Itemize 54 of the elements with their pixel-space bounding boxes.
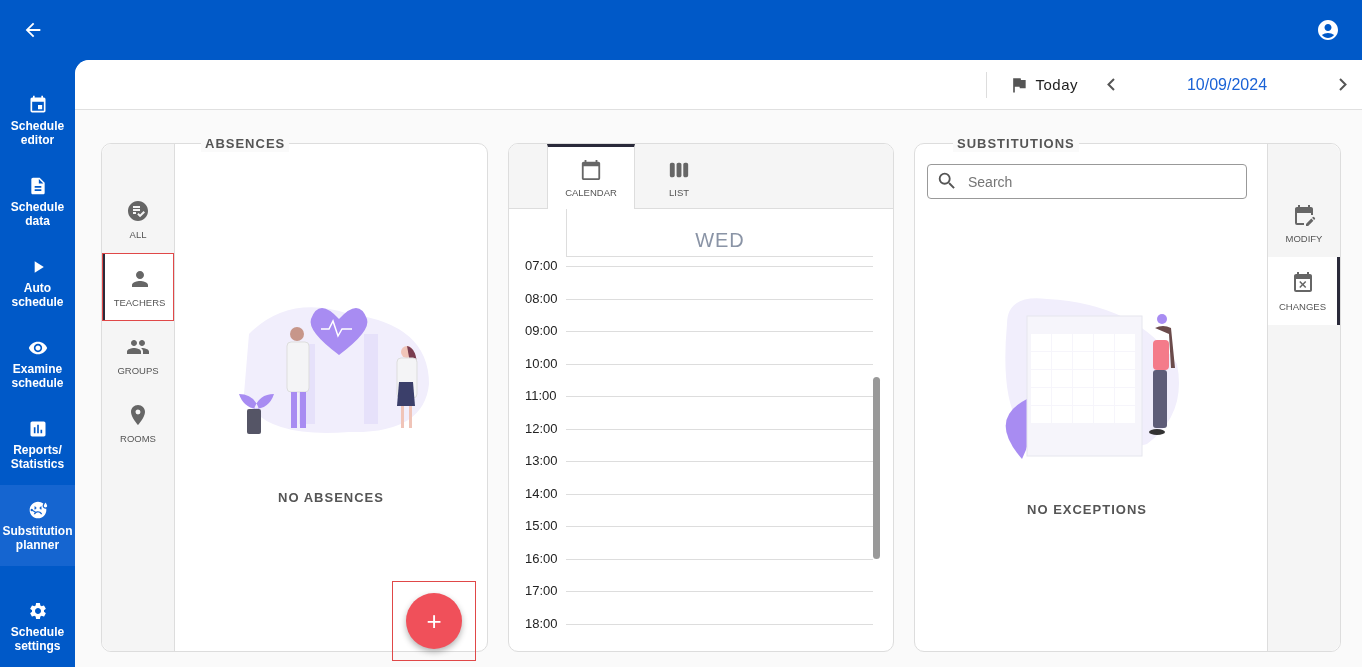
hour-label: 15:00 — [524, 517, 559, 535]
filter-tab[interactable]: GROUPS — [102, 321, 174, 389]
settings-icon — [27, 600, 48, 621]
search-icon — [936, 170, 958, 192]
chevron-left-icon — [1107, 78, 1115, 91]
day-header: WED — [566, 209, 873, 257]
checklist-icon — [126, 198, 150, 223]
empty-message: NO EXCEPTIONS — [1027, 502, 1147, 517]
nav-item[interactable]: Examine schedule — [0, 323, 75, 404]
account-button[interactable] — [1316, 18, 1340, 42]
nav-label: Reports/ Statistics — [9, 442, 66, 471]
filter-tab[interactable]: TEACHERS — [102, 253, 174, 321]
nav-item[interactable]: Reports/ Statistics — [0, 404, 75, 485]
account-icon — [1316, 18, 1340, 42]
nav-item[interactable]: Schedule data — [0, 161, 75, 242]
nav-item[interactable]: Auto schedule — [0, 242, 75, 323]
hour-label: 10:00 — [524, 354, 559, 373]
nav-item[interactable]: Substitution planner — [0, 485, 75, 566]
nav-label: Schedule data — [9, 199, 66, 228]
hour-label: 09:00 — [524, 322, 559, 340]
nav-item[interactable]: Schedule editor — [0, 80, 75, 161]
nav-label: Schedule editor — [9, 118, 66, 147]
today-button[interactable]: Today — [1009, 74, 1078, 95]
nav-label: Substitution planner — [1, 523, 74, 552]
hour-label: 11:00 — [524, 387, 558, 405]
hour-label: 18:00 — [524, 614, 559, 633]
mode-tab[interactable]: CHANGES — [1268, 257, 1340, 325]
search-field[interactable]: Search — [927, 164, 1247, 199]
hour-label: 14:00 — [524, 484, 559, 503]
view-tab[interactable]: LIST — [635, 144, 723, 209]
hour-label: 12:00 — [524, 419, 559, 438]
mode-tab[interactable]: MODIFY — [1268, 189, 1340, 257]
panel-title: ABSENCES — [201, 136, 290, 152]
nav-label: Examine schedule — [10, 361, 65, 390]
hour-label: 17:00 — [524, 582, 559, 600]
view-tab[interactable]: CALENDAR — [547, 144, 635, 209]
filter-tab[interactable]: ALL — [102, 185, 174, 253]
filter-tab[interactable]: ROOMS — [102, 389, 174, 457]
scrollbar[interactable] — [873, 377, 880, 559]
panel-title: SUBSTITUTIONS — [953, 136, 1079, 152]
face-icon — [27, 499, 48, 520]
chevron-right-icon — [1339, 78, 1347, 91]
add-button[interactable]: + — [393, 582, 475, 660]
nav-label: Auto schedule — [10, 280, 65, 309]
hour-label: 07:00 — [524, 257, 559, 275]
hour-label: 13:00 — [524, 452, 559, 470]
calendar-icon — [580, 158, 602, 181]
hour-label: 08:00 — [524, 289, 559, 308]
empty-message: NO ABSENCES — [278, 490, 384, 505]
calendar-edit-icon — [1292, 202, 1316, 227]
date-label: 10/09/2024 — [1185, 75, 1269, 94]
hour-label: 16:00 — [524, 549, 559, 568]
nav-label: Schedule settings — [9, 624, 66, 653]
nav-item[interactable]: Schedule settings — [0, 586, 75, 667]
